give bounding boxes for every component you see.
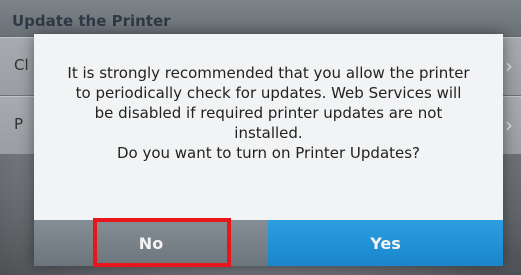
background-row-label: P <box>14 115 24 133</box>
printer-update-dialog: It is strongly recommended that you allo… <box>34 34 503 266</box>
background-header: Update the Printer <box>0 0 521 36</box>
no-button[interactable]: No <box>34 220 268 266</box>
dialog-question-line: Do you want to turn on Printer Updates? <box>116 144 421 162</box>
dialog-message-line: It is strongly recommended that you allo… <box>67 64 470 82</box>
dialog-message-line: be disabled if required printer updates … <box>94 104 443 122</box>
yes-button[interactable]: Yes <box>268 220 503 266</box>
dialog-message: It is strongly recommended that you allo… <box>48 63 489 163</box>
dialog-message-line: installed. <box>234 124 303 142</box>
chevron-right-icon: › <box>505 54 513 78</box>
background-row-label: Cl <box>14 56 29 74</box>
chevron-right-icon: › <box>505 113 513 137</box>
printer-screen: Update the Printer Cl › P › It is strong… <box>0 0 521 275</box>
background-page-title: Update the Printer <box>12 12 171 30</box>
dialog-message-line: to periodically check for updates. Web S… <box>75 84 462 102</box>
